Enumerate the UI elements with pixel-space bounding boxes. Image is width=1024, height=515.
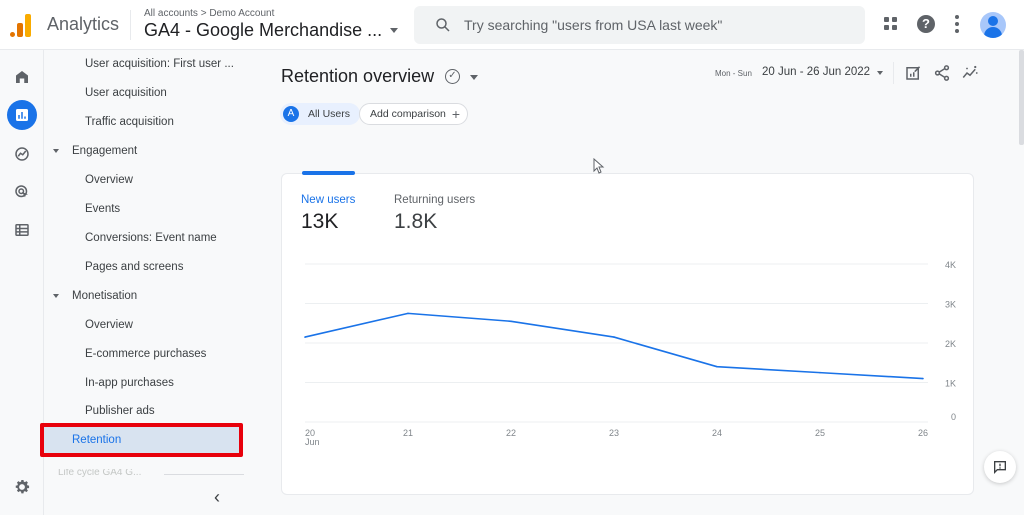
customize-report-icon[interactable] [904,64,922,82]
data-point [716,365,718,368]
rail-home[interactable] [7,62,37,92]
y-tick-label: 0 [951,412,956,422]
page-scrollbar[interactable] [1019,50,1024,145]
rail-explore[interactable] [7,139,37,169]
avatar[interactable] [980,12,1006,38]
y-tick-label: 3K [945,300,956,310]
nav-item-user-acquisition[interactable]: User acquisition [44,80,244,106]
x-tick-label: 21 [403,428,413,438]
nav-item-conversions[interactable]: Conversions: Event name [44,225,244,251]
feedback-icon [994,461,1006,474]
rail-reports[interactable] [7,100,37,130]
series-line-new-users [304,312,924,380]
app-name: Analytics [47,14,120,34]
advertising-icon [15,185,28,198]
rail-configure[interactable] [7,215,37,245]
nav-item-events[interactable]: Events [44,196,244,222]
nav-item-engagement-overview[interactable]: Overview [44,167,244,193]
x-tick-label: 26 [918,428,928,438]
chevron-down-icon[interactable] [390,28,398,33]
y-tick-label: 1K [945,379,956,389]
help-icon[interactable]: ? [917,15,935,33]
date-period-label: Mon - Sun [715,69,752,78]
y-tick-label: 2K [945,339,956,349]
nav-item-user-acquisition-first-user[interactable]: User acquisition: First user ... [44,51,244,77]
x-tick-label: 23 [609,428,619,438]
collapse-nav-icon[interactable]: ‹ [214,487,220,508]
search-icon [436,18,450,32]
reports-icon [16,109,28,121]
nav-item-ecommerce-purchases[interactable]: E-commerce purchases [44,341,244,367]
explore-icon [15,147,29,161]
nav-item-monetisation-overview[interactable]: Overview [44,312,244,338]
data-point [922,377,924,380]
comparison-chip-all-users[interactable]: A All Users [280,103,361,125]
data-point [407,312,409,315]
apps-grid-icon[interactable] [884,17,898,31]
analytics-logo-icon[interactable] [10,13,32,37]
check-circle-icon[interactable]: ✓ [445,69,460,84]
x-tick-label: 25 [815,428,825,438]
data-point [819,371,821,374]
nav-divider [164,474,244,475]
search-placeholder: Try searching "users from USA last week" [464,17,723,33]
top-bar: Analytics All accounts > Demo Account GA… [0,0,1024,50]
nav-item-in-app-purchases[interactable]: In-app purchases [44,370,244,396]
data-point [613,336,615,338]
x-tick-label: 24 [712,428,722,438]
add-comparison-label: Add comparison [370,108,446,120]
date-range-picker[interactable]: 20 Jun - 26 Jun 2022 [762,66,870,78]
highlight-annotation [40,423,243,457]
left-rail [0,50,44,515]
home-icon [16,71,28,83]
nav-item-pages-and-screens[interactable]: Pages and screens [44,254,244,280]
header-divider [130,10,131,40]
mouse-cursor-icon [593,158,605,174]
property-selector[interactable]: GA4 - Google Merchandise ... [144,20,382,41]
chevron-down-icon[interactable] [877,71,883,75]
x-tick-label: 22 [506,428,516,438]
nav-item-traffic-acquisition[interactable]: Traffic acquisition [44,109,244,135]
configure-icon [15,224,29,236]
chevron-down-icon[interactable] [470,75,478,80]
page-title: Retention overview [281,66,435,86]
data-point [510,320,512,323]
caret-down-icon [53,149,59,153]
nav-section-monetisation[interactable]: Monetisation [44,283,244,309]
line-chart: 01K2K3K4K20Jun21 22 23 24 25 26 [304,260,956,447]
comparison-label: All Users [308,108,351,120]
insights-icon[interactable] [961,64,979,82]
breadcrumb[interactable]: All accounts > Demo Account [144,8,274,19]
comparison-badge: A [283,106,299,122]
more-vert-icon[interactable] [955,15,959,33]
share-icon[interactable] [933,64,951,82]
nav-section-engagement[interactable]: Engagement [44,138,244,164]
add-comparison-button[interactable]: Add comparison + [359,103,469,125]
rail-advertising[interactable] [7,177,37,207]
y-tick-label: 4K [945,260,956,270]
nav-section-label: Engagement [72,145,138,157]
nav-section-life-cycle[interactable]: Life cycle GA4 G... [58,469,218,477]
header-divider [893,62,894,84]
data-point [304,336,306,338]
caret-down-icon [53,294,59,298]
main-content: Retention overview ✓ A All Users Add com… [256,50,1024,515]
x-tick-sublabel: Jun [305,437,320,447]
nav-item-publisher-ads[interactable]: Publisher ads [44,398,244,424]
nav-section-label: Monetisation [72,290,138,302]
plus-icon: + [451,106,461,122]
gear-icon[interactable] [12,477,32,497]
retention-chart-card: New users 13K Returning users 1.8K 0 1K 2K… [281,171,974,495]
search-input[interactable]: Try searching "users from USA last week" [414,6,865,44]
feedback-button[interactable] [984,451,1016,483]
